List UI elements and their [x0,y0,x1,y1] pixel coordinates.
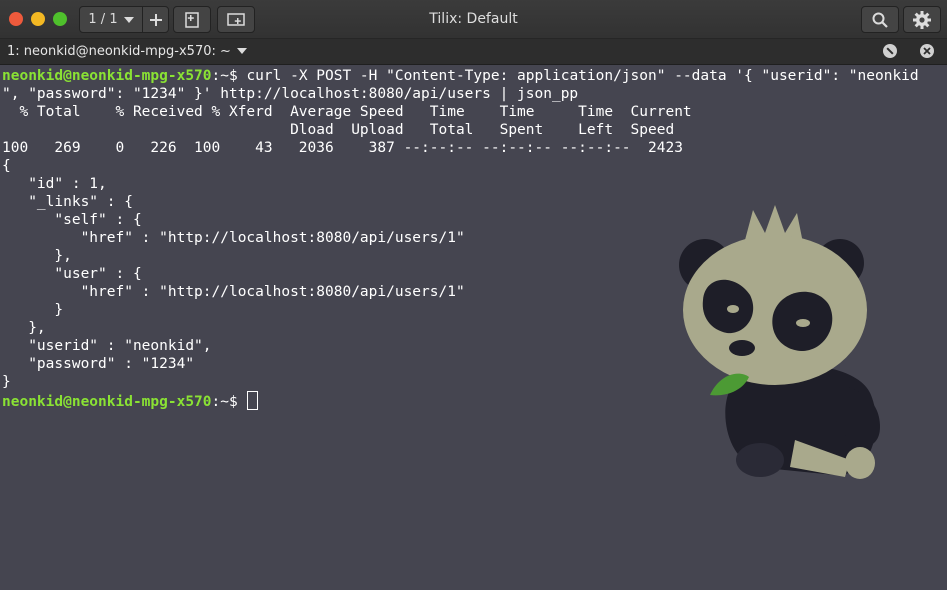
json-output-line: "self" : { [2,212,142,228]
json-output-line: } [2,302,64,318]
add-terminal-down-icon [185,11,199,28]
window-maximize-button[interactable] [53,12,67,26]
title-bar[interactable]: 1 / 1 Tilix: Default [0,0,947,39]
tilix-window: 1 / 1 Tilix: Default 1: neonkid@neonkid-… [0,0,947,590]
json-output-line: "id" : 1, [2,176,107,192]
command-line: neonkid@neonkid-mpg-x570:~$ curl -X POST… [2,67,947,85]
session-switcher: 1 / 1 [79,6,169,33]
window-close-button[interactable] [9,12,23,26]
json-output-line: "password" : "1234" [2,356,195,372]
text-cursor [247,391,259,410]
add-terminal-right-icon [227,12,245,26]
search-icon [872,12,888,28]
read-only-icon[interactable] [883,44,897,58]
search-button[interactable] [861,6,899,33]
json-output-line: "user" : { [2,266,142,282]
terminal-tab-bar: 1: neonkid@neonkid-mpg-x570: ~ [0,39,947,65]
terminal-output[interactable]: neonkid@neonkid-mpg-x570:~$ curl -X POST… [2,67,947,590]
terminal-tab-title[interactable]: 1: neonkid@neonkid-mpg-x570: ~ [7,39,231,64]
json-output-line: } [2,374,11,390]
json-output-line: { [2,158,11,174]
chevron-down-icon [123,16,134,23]
current-prompt-line[interactable]: neonkid@neonkid-mpg-x570:~$ [2,391,947,410]
session-pager-button[interactable]: 1 / 1 [80,7,143,32]
close-icon[interactable] [920,44,934,58]
prompt-user: neonkid@neonkid-mpg-x570 [2,394,212,410]
chevron-down-icon[interactable] [237,48,247,54]
prompt-path: :~$ [211,68,247,84]
command-line-continued: ", "password": "1234" }' http://localhos… [2,86,579,102]
json-output-line: "userid" : "neonkid", [2,338,212,354]
window-minimize-button[interactable] [31,12,45,26]
json-output-line: }, [2,248,72,264]
json-output-line: "href" : "http://localhost:8080/api/user… [2,284,465,300]
add-terminal-down-button[interactable] [173,6,211,33]
prompt-path: :~$ [211,394,247,410]
add-terminal-right-button[interactable] [217,6,255,33]
json-output-line: }, [2,320,46,336]
plus-icon [149,13,162,26]
curl-progress-header: Dload Upload Total Spent Left Speed [2,122,675,138]
json-output-line: "href" : "http://localhost:8080/api/user… [2,230,465,246]
add-session-button[interactable] [143,7,168,32]
prompt-user: neonkid@neonkid-mpg-x570 [2,68,212,84]
curl-progress-stats: 100 269 0 226 100 43 2036 387 --:--:-- -… [2,140,683,156]
curl-progress-header: % Total % Received % Xferd Average Speed… [2,104,692,120]
settings-button[interactable] [903,6,941,33]
gear-icon [913,10,931,29]
session-pager-label: 1 / 1 [88,12,118,27]
command-text: curl -X POST -H "Content-Type: applicati… [246,68,919,84]
json-output-line: "_links" : { [2,194,133,210]
